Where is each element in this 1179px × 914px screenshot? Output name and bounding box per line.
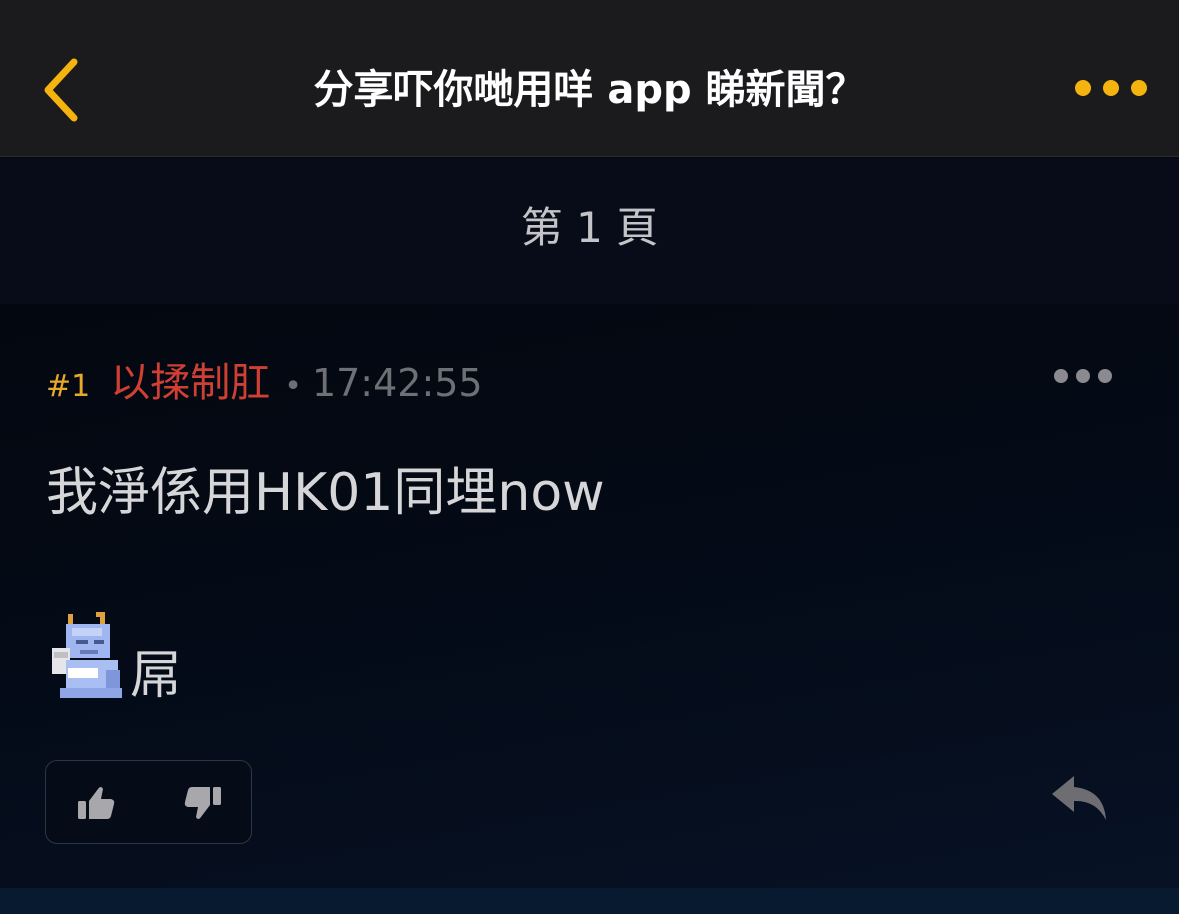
page-label: 第 1 頁 (520, 203, 659, 252)
upvote-button[interactable] (72, 779, 120, 827)
more-dots-icon (1054, 369, 1112, 383)
post-header: #1 以揉制肛 • 17:42:55 (46, 350, 483, 406)
back-button[interactable] (36, 54, 92, 126)
post-content-line: 屌 (130, 646, 183, 706)
meta-separator: • (284, 369, 302, 404)
post-number: #1 (46, 369, 91, 404)
post-more-button[interactable] (1052, 364, 1114, 388)
post-timestamp: 17:42:55 (311, 361, 483, 405)
thread-more-button[interactable] (1073, 70, 1149, 106)
next-post-edge (0, 888, 1179, 914)
thumbs-down-icon (184, 787, 221, 819)
more-dots-icon (1075, 80, 1147, 96)
reply-icon (1052, 776, 1106, 820)
vote-group (45, 760, 252, 844)
top-navigation-bar: 分享吓你哋用咩 app 睇新聞？ (0, 0, 1179, 157)
thread-title: 分享吓你哋用咩 app 睇新聞？ (313, 67, 866, 113)
reply-button[interactable] (1046, 770, 1112, 826)
post-author[interactable]: 以揉制肛 (110, 350, 270, 408)
downvote-button[interactable] (179, 779, 227, 827)
dragon-emoji-icon (48, 610, 126, 700)
chevron-left-icon (44, 58, 78, 122)
thumbs-up-icon (78, 787, 115, 819)
post-content-line: 我淨係用HK01同埋now (46, 463, 605, 523)
